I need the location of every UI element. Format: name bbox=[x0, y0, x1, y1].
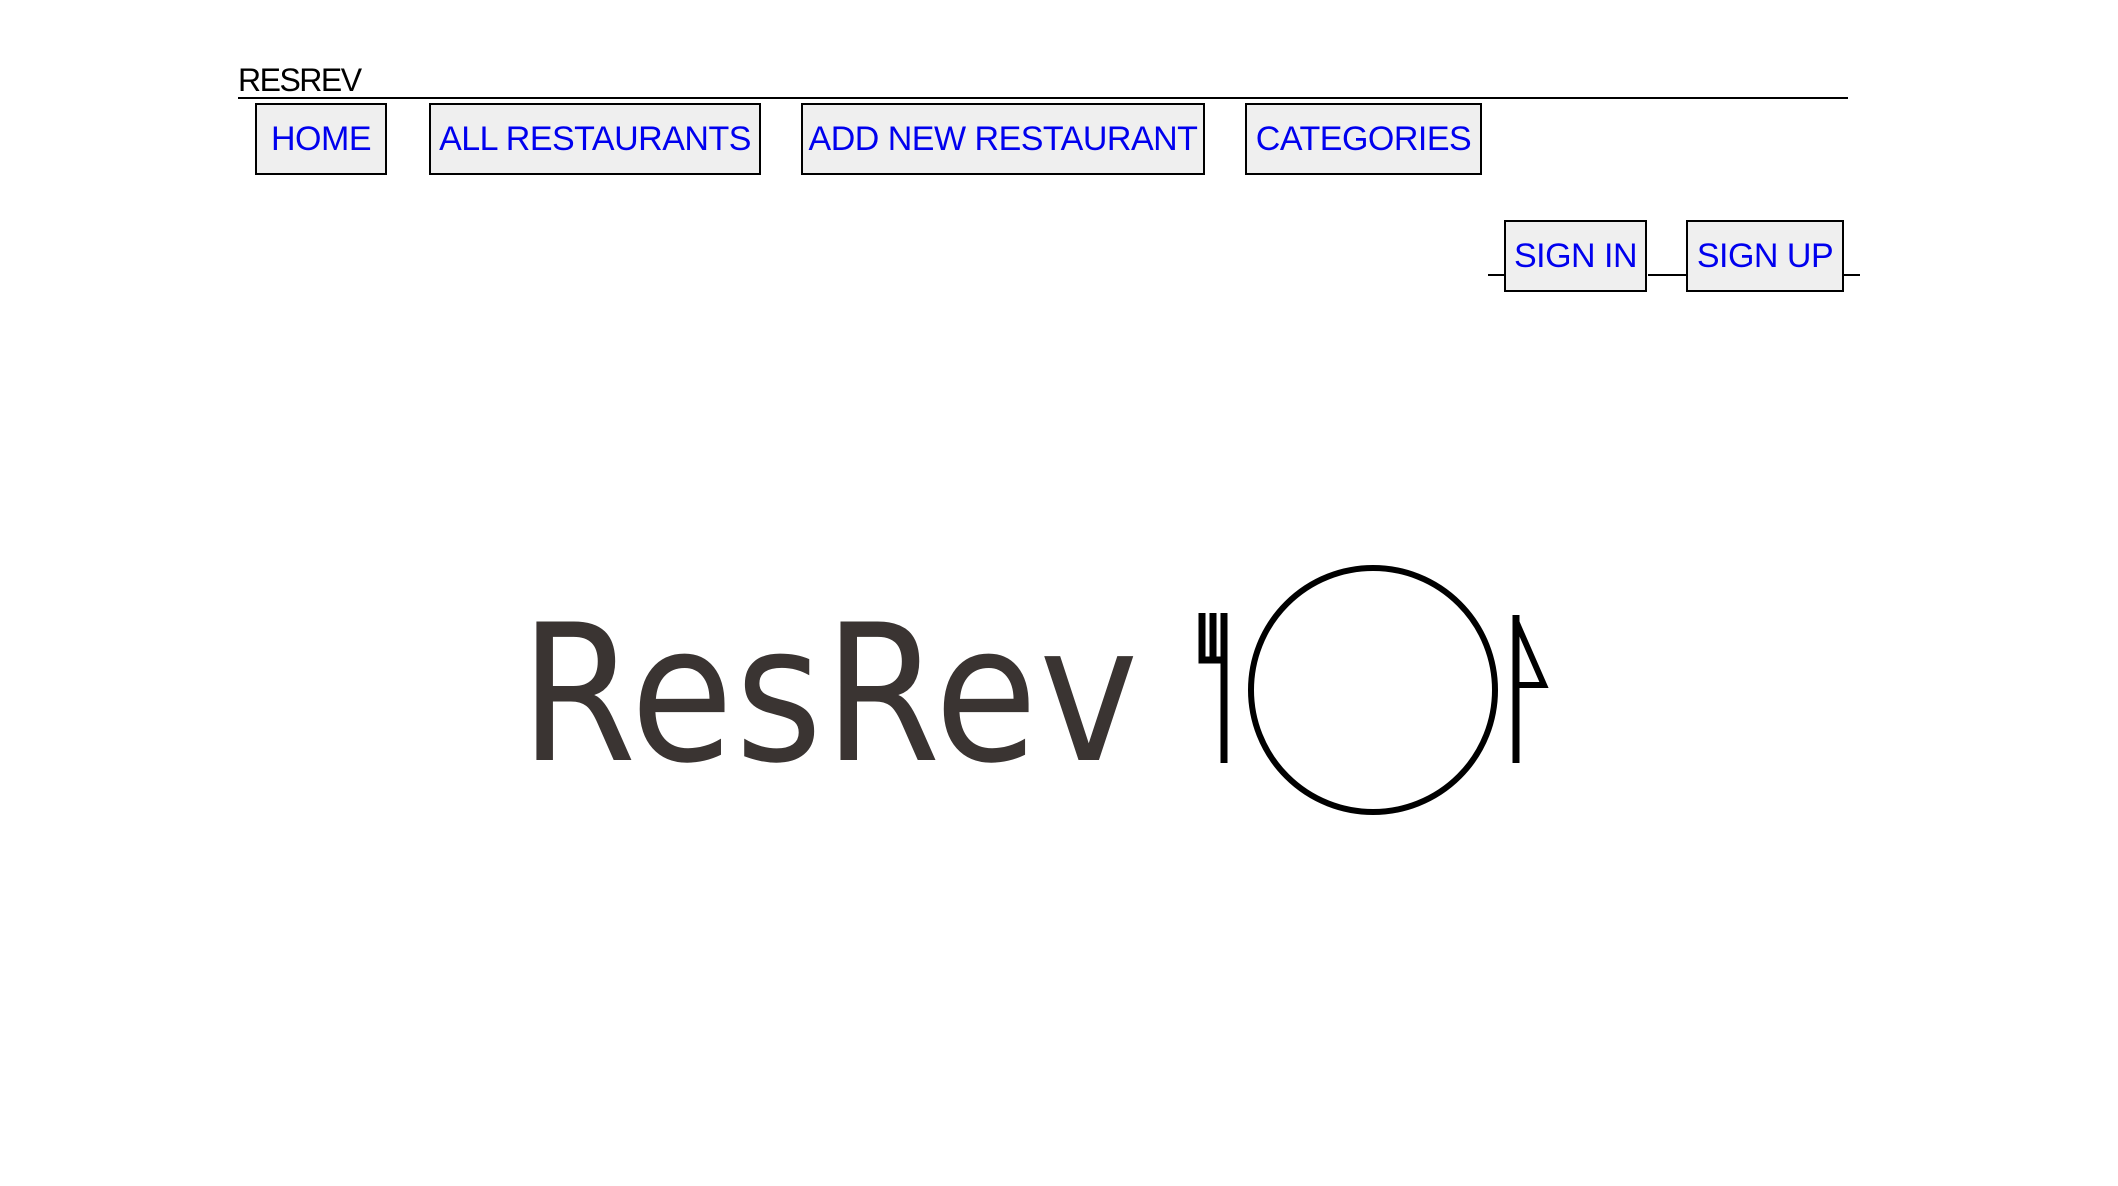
nav-categories-button[interactable]: CATEGORIES bbox=[1245, 103, 1482, 175]
fork-plate-knife-icon bbox=[1198, 565, 1549, 815]
auth-divider bbox=[1844, 274, 1860, 276]
fork-icon bbox=[1198, 613, 1228, 763]
plate-icon bbox=[1248, 565, 1498, 815]
knife-icon bbox=[1512, 615, 1549, 763]
resrev-logo-graphic: ResRev bbox=[520, 565, 1549, 815]
title-divider bbox=[238, 97, 1848, 99]
resrev-logo: ResRev bbox=[520, 545, 1560, 825]
nav-home-button[interactable]: HOME bbox=[255, 103, 387, 175]
sign-up-button[interactable]: SIGN UP bbox=[1686, 220, 1844, 292]
auth-divider bbox=[1648, 274, 1688, 276]
sign-in-button[interactable]: SIGN IN bbox=[1504, 220, 1647, 292]
logo-wordmark: ResRev bbox=[520, 584, 1140, 805]
nav-add-new-restaurant-button[interactable]: ADD NEW RESTAURANT bbox=[801, 103, 1205, 175]
site-title: RESREV bbox=[238, 62, 362, 98]
nav-all-restaurants-button[interactable]: ALL RESTAURANTS bbox=[429, 103, 761, 175]
